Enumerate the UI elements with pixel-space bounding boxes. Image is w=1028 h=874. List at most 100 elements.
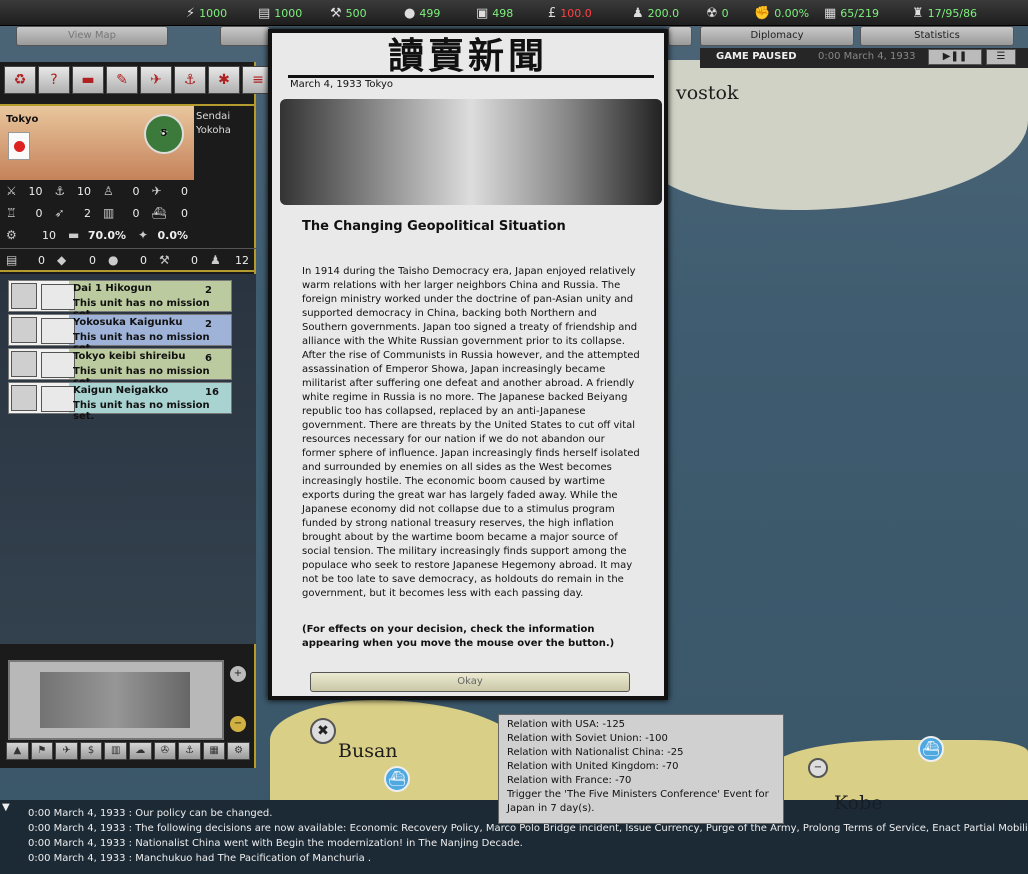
- naval-unit-marker-icon[interactable]: ⛴: [384, 766, 410, 792]
- infantry-icon: ⚔: [6, 184, 17, 198]
- unit-marker-icon[interactable]: −: [808, 758, 828, 778]
- event-headline: The Changing Geopolitical Situation: [302, 219, 566, 234]
- settings-mode-icon[interactable]: ⚙: [227, 742, 250, 760]
- neighbor-item[interactable]: Sendai: [196, 110, 231, 124]
- naval-academy-icon: [41, 386, 75, 412]
- province-resources-row: ▤ 0 ◆ 0 ● 0 ⚒ 0 ♟ 12: [0, 248, 256, 272]
- manpower-icon: ♟: [632, 5, 644, 21]
- energy-icon: ⚡: [186, 5, 196, 21]
- resource-money: £100.0: [548, 5, 592, 21]
- naval-unit-marker-icon[interactable]: ⛴: [918, 736, 944, 762]
- minimap[interactable]: [8, 660, 224, 740]
- terrain-mode-icon[interactable]: ▲: [6, 742, 29, 760]
- tooltip-line: Relation with USA: -125: [507, 719, 626, 730]
- resource-dissent: ✊ 0.00%: [754, 5, 809, 21]
- province-resource: ● 0: [102, 249, 153, 271]
- resource-value: 499: [419, 6, 441, 20]
- leadership-icon: ♜: [912, 5, 924, 21]
- unit-list: Dai 1 Hikogun 2 This unit has no mission s…: [0, 274, 256, 644]
- menu-button[interactable]: ☰: [986, 49, 1016, 65]
- resource-value: 0: [721, 6, 729, 20]
- airbase-icon: ✈: [151, 184, 162, 198]
- stat-value: 0: [181, 206, 188, 220]
- province-stat: ⚙ 10: [0, 224, 62, 246]
- unit-card[interactable]: Kaigun Neigakko 16 This unit has no missio…: [8, 382, 232, 422]
- province-stat: ♖ 0: [0, 202, 49, 224]
- tool-bar: ♻ ? ▬ ✎ ✈ ⚓ ✱ ≡: [4, 66, 274, 94]
- naval-mode-icon[interactable]: ⚓: [178, 742, 201, 760]
- air-mode-icon[interactable]: ✈: [55, 742, 78, 760]
- resource-rare-materials: ⚒ 500: [330, 5, 367, 21]
- province-name: Tokyo: [6, 114, 39, 125]
- province-resource: ♟ 12: [204, 249, 255, 271]
- resource-bar: ⚡ 1000 ▤ 1000 ⚒ 500 ● 499 ▣ 498 £100.0 ♟ 200.0 ☢ 0 ✊ 0.0…: [0, 0, 1028, 26]
- economy-mode-icon[interactable]: $: [79, 742, 103, 760]
- commander-portrait[interactable]: [11, 351, 37, 377]
- tab-hidden[interactable]: [220, 26, 270, 46]
- production-icon[interactable]: ♻: [4, 66, 36, 94]
- zoom-in-icon[interactable]: +: [230, 666, 246, 682]
- zoom-out-icon[interactable]: −: [230, 716, 246, 732]
- stat-value: 0: [35, 206, 43, 220]
- resource-energy: ⚡ 1000: [186, 5, 227, 21]
- statistics-button[interactable]: Statistics: [860, 26, 1014, 46]
- tooltip-line: Relation with United Kingdom: -70: [507, 761, 679, 772]
- province-resource: ◆ 0: [51, 249, 102, 271]
- diplomacy-button[interactable]: Diplomacy: [700, 26, 854, 46]
- unit-card[interactable]: Yokosuka Kaigunku 2 This unit has no missi…: [8, 314, 232, 354]
- newspaper-dateline: March 4, 1933 Tokyo: [290, 79, 394, 90]
- map-label-busan: Busan: [338, 740, 398, 762]
- unit-card[interactable]: Tokyo keibi shireibu 6 This unit has no mi…: [8, 348, 232, 388]
- unit-name: Dai 1 Hikogun: [73, 283, 152, 294]
- stat-value: 0: [132, 184, 140, 198]
- minimap-mode-bar: ▲ ⚑ ✈ $ ▥ ☁ ✇ ⚓ ▦ ⚙: [6, 742, 250, 760]
- play-pause-button[interactable]: ▶❚❚: [928, 49, 982, 65]
- stat-value: 0: [132, 206, 140, 220]
- province-stat: ▥ 0: [97, 202, 146, 224]
- combat-unit-icon[interactable]: ✖: [310, 718, 336, 744]
- tab-hidden-2[interactable]: [668, 26, 692, 46]
- plane-icon[interactable]: ✈: [140, 66, 172, 94]
- factory-mode-icon[interactable]: ▦: [202, 742, 226, 760]
- commander-portrait[interactable]: [11, 385, 37, 411]
- view-map-button[interactable]: View Map: [16, 26, 168, 46]
- ic-icon: ⚙: [6, 228, 17, 242]
- okay-button[interactable]: Okay: [310, 672, 630, 692]
- dissent-icon: ✊: [754, 5, 771, 21]
- commander-portrait[interactable]: [11, 317, 37, 343]
- supply-mode-icon[interactable]: ▥: [104, 742, 127, 760]
- minimap-continents: [40, 672, 190, 728]
- transport-icon: ▦: [824, 5, 837, 21]
- resource-transport: ▦ 65/219: [824, 5, 879, 21]
- unit-strength: 6: [205, 353, 212, 364]
- stat-value: 0.0%: [157, 228, 188, 242]
- resource-value: 498: [492, 6, 514, 20]
- anchor-icon[interactable]: ⚓: [174, 66, 206, 94]
- province-resource: ▤ 0: [0, 249, 51, 271]
- resource-value: 200.0: [647, 6, 680, 20]
- weather-mode-icon[interactable]: ☁: [128, 742, 152, 760]
- stat-value: 0: [38, 253, 45, 267]
- tech-icon[interactable]: ✎: [106, 66, 138, 94]
- tank-icon[interactable]: ▬: [72, 66, 104, 94]
- province-stat: ⛴ 0: [146, 202, 195, 224]
- hq-unit-icon: [41, 352, 75, 378]
- politics-icon[interactable]: ✱: [208, 66, 240, 94]
- stat-value: 10: [28, 184, 43, 198]
- naval-base-icon: ⚓: [54, 184, 66, 198]
- political-mode-icon[interactable]: ⚑: [30, 742, 54, 760]
- province-stat: ⚔ 10: [0, 180, 49, 202]
- stat-value: 2: [84, 206, 91, 220]
- unit-card[interactable]: Dai 1 Hikogun2This unit has no mission s…: [8, 280, 232, 320]
- left-panel: ♻ ? ▬ ✎ ✈ ⚓ ✱ ≡ Tokyo ★ 5 Sendai Yokoha ⚔…: [0, 62, 274, 768]
- infra-mode-icon[interactable]: ✇: [153, 742, 177, 760]
- help-icon[interactable]: ?: [38, 66, 70, 94]
- province-stat: ⚓ 10: [49, 180, 98, 202]
- log-collapse-icon[interactable]: ▼: [2, 802, 10, 813]
- neighbor-item[interactable]: Yokoha: [196, 124, 231, 138]
- province-stats-row-2: ♖ 0 ➶ 2 ▥ 0 ⛴ 0: [0, 202, 194, 224]
- log-line: 0:00 March 4, 1933 : Manchukuo had The P…: [28, 853, 372, 864]
- unit-strength: 16: [205, 387, 219, 398]
- japan-flag-icon: [8, 132, 30, 160]
- commander-portrait[interactable]: [11, 283, 37, 309]
